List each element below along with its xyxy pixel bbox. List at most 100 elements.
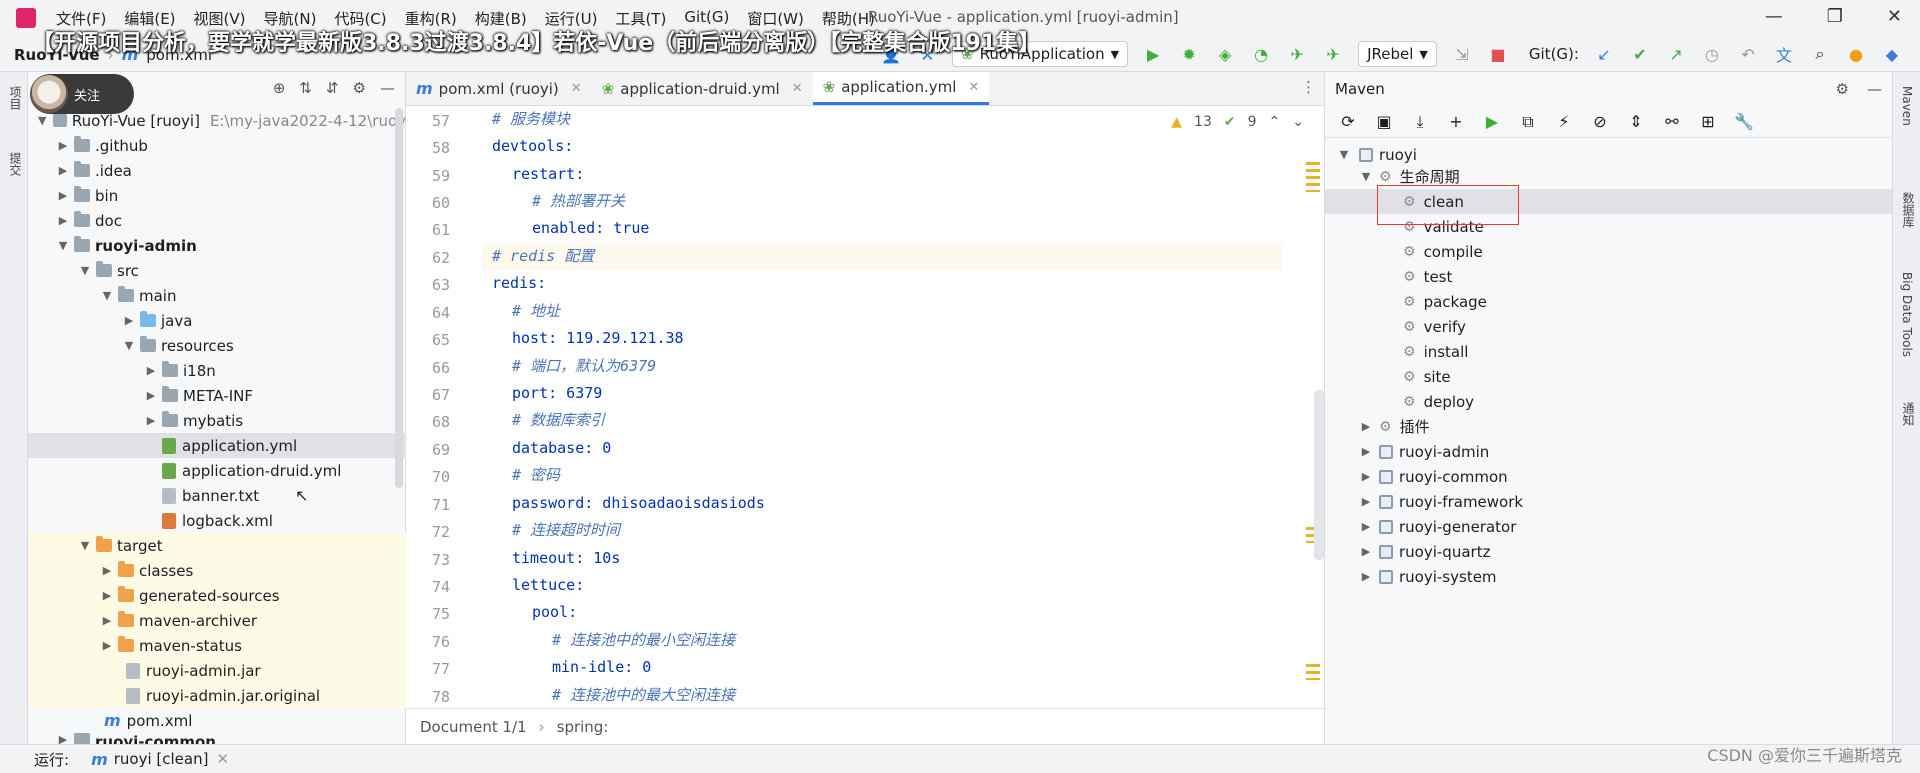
hide-icon[interactable]: — [1867, 80, 1882, 98]
jrebel-debug-icon[interactable]: ✈ [1322, 43, 1344, 65]
avatar[interactable]: 关注 [30, 74, 134, 114]
rollback-icon[interactable]: ↶ [1737, 43, 1759, 65]
project-scrollbar[interactable] [395, 108, 403, 488]
profile-icon[interactable]: ◔ [1250, 43, 1272, 65]
hide-icon[interactable]: — [380, 79, 395, 97]
close-icon[interactable]: ✕ [968, 80, 979, 95]
maven-module-ruoyi-common[interactable]: ▶ ruoyi-common [1325, 464, 1893, 489]
maven-phase-install[interactable]: ⚙ install [1325, 339, 1893, 364]
tree-item-mybatis[interactable]: ▶ mybatis [28, 408, 406, 433]
tree-item-ruoyi-admin-jar-original[interactable]: ruoyi-admin.jar.original [28, 683, 406, 708]
maven-module-ruoyi-admin[interactable]: ▶ ruoyi-admin [1325, 439, 1893, 464]
dependency-analyzer-icon[interactable]: ⚯ [1661, 111, 1683, 133]
tree-item-resources[interactable]: ▼ resources [28, 333, 406, 358]
close-icon[interactable]: ✕ [571, 81, 582, 96]
tree-item-bin[interactable]: ▶ bin [28, 183, 406, 208]
plugin-icon[interactable]: ◆ [1881, 43, 1903, 65]
bigdata-tool-button[interactable]: Big Data Tools [1900, 272, 1914, 357]
tree-item-i18n[interactable]: ▶ i18n [28, 358, 406, 383]
maven-module-ruoyi-quartz[interactable]: ▶ ruoyi-quartz [1325, 539, 1893, 564]
follow-button[interactable]: 关注 [74, 85, 100, 104]
git-commit-icon[interactable]: ✔ [1629, 43, 1651, 65]
maven-phase-verify[interactable]: ⚙ verify [1325, 314, 1893, 339]
tree-item-maven-status[interactable]: ▶ maven-status [28, 633, 406, 658]
yaml-path[interactable]: spring: [557, 718, 609, 736]
maven-phase-clean[interactable]: ⚙ clean [1325, 189, 1893, 214]
maven-tool-button[interactable]: Maven [1900, 86, 1914, 126]
translate-icon[interactable]: 文 [1773, 43, 1795, 65]
maven-phase-compile[interactable]: ⚙ compile [1325, 239, 1893, 264]
tree-item-java[interactable]: ▶ java [28, 308, 406, 333]
add-icon[interactable]: + [1445, 111, 1467, 133]
execute-goal-icon[interactable]: ⧉ [1517, 111, 1539, 133]
tree-item-idea[interactable]: ▶ .idea [28, 158, 406, 183]
wrench-icon[interactable]: 🔧 [1733, 111, 1755, 133]
maven-phase-validate[interactable]: ⚙ validate [1325, 214, 1893, 239]
stop-icon[interactable]: ■ [1487, 43, 1509, 65]
tree-item-application-yml[interactable]: application.yml [28, 433, 406, 458]
tree-item-github[interactable]: ▶ .github [28, 133, 406, 158]
attach-icon[interactable]: ⇲ [1451, 43, 1473, 65]
tab-pom-xml[interactable]: m pom.xml (ruoyi) ✕ [406, 72, 592, 105]
tree-item-target[interactable]: ▼ target [28, 533, 406, 558]
close-icon[interactable]: ✕ [216, 750, 229, 768]
git-update-icon[interactable]: ↙ [1593, 43, 1615, 65]
gear-icon[interactable]: ⚙ [353, 79, 366, 97]
maven-plugins[interactable]: ▶ ⚙ 插件 [1325, 414, 1893, 439]
jrebel-select[interactable]: JRebel ▼ [1358, 41, 1437, 67]
maximize-icon[interactable]: ❐ [1827, 6, 1843, 27]
document-position[interactable]: Document 1/1 [420, 718, 527, 736]
tab-application-yml[interactable]: ❀ application.yml ✕ [812, 72, 990, 105]
download-icon[interactable]: ⤓ [1409, 111, 1431, 133]
commit-tool-button[interactable]: 提交 [7, 152, 24, 176]
tree-item-ruoyi-admin-jar[interactable]: ruoyi-admin.jar [28, 658, 406, 683]
warning-stripe-marker[interactable] [1306, 664, 1320, 680]
maven-module-ruoyi-generator[interactable]: ▶ ruoyi-generator [1325, 514, 1893, 539]
project-tool-button[interactable]: 项目 [7, 86, 24, 110]
history-icon[interactable]: ◷ [1701, 43, 1723, 65]
tree-item-doc[interactable]: ▶ doc [28, 208, 406, 233]
chevron-up-icon[interactable]: ⌃ [1269, 114, 1281, 130]
locate-icon[interactable]: ⊕ [273, 79, 286, 97]
toggle-offline-icon[interactable]: ⚡ [1553, 111, 1575, 133]
run-tab[interactable]: ruoyi [clean] [114, 750, 209, 768]
tree-item-classes[interactable]: ▶ classes [28, 558, 406, 583]
code-editor[interactable]: # 服务模块 devtools: restart: # 热部署开关 enable… [482, 106, 1282, 708]
expand-all-icon[interactable]: ⇅ [299, 79, 312, 97]
close-icon[interactable]: ✕ [792, 81, 803, 96]
maven-lifecycle[interactable]: ▼ ⚙ 生命周期 [1325, 164, 1893, 189]
collapse-icon[interactable]: ⇕ [1625, 111, 1647, 133]
collapse-all-icon[interactable]: ⇵ [326, 79, 339, 97]
more-tabs-icon[interactable]: ⋮ [1301, 78, 1316, 96]
skip-tests-icon[interactable]: ⊘ [1589, 111, 1611, 133]
gear-icon[interactable]: ⚙ [1836, 80, 1849, 98]
update-icon[interactable]: ● [1845, 43, 1867, 65]
tree-item-generated-sources[interactable]: ▶ generated-sources [28, 583, 406, 608]
tree-item-meta-inf[interactable]: ▶ META-INF [28, 383, 406, 408]
minimize-icon[interactable]: — [1765, 6, 1783, 27]
coverage-icon[interactable]: ◈ [1214, 43, 1236, 65]
warning-stripe-marker[interactable] [1306, 162, 1320, 192]
tab-application-druid-yml[interactable]: ❀ application-druid.yml ✕ [592, 72, 813, 105]
jrebel-run-icon[interactable]: ✈ [1286, 43, 1308, 65]
tree-item-logback-xml[interactable]: logback.xml [28, 508, 406, 533]
run-icon[interactable]: ▶ [1142, 43, 1164, 65]
maven-phase-deploy[interactable]: ⚙ deploy [1325, 389, 1893, 414]
maven-phase-test[interactable]: ⚙ test [1325, 264, 1893, 289]
show-dependencies-icon[interactable]: ⊞ [1697, 111, 1719, 133]
tree-item-maven-archiver[interactable]: ▶ maven-archiver [28, 608, 406, 633]
reload-icon[interactable]: ⟳ [1337, 111, 1359, 133]
notifications-tool-button[interactable]: 通知 [1900, 402, 1917, 426]
maven-module-ruoyi-framework[interactable]: ▶ ruoyi-framework [1325, 489, 1893, 514]
run-icon[interactable]: ▶ [1481, 111, 1503, 133]
tree-item-ruoyi-admin[interactable]: ▼ ruoyi-admin [28, 233, 406, 258]
maven-phase-package[interactable]: ⚙ package [1325, 289, 1893, 314]
tree-item-pom-xml[interactable]: m pom.xml [28, 708, 406, 733]
maven-phase-site[interactable]: ⚙ site [1325, 364, 1893, 389]
editor-scrollbar[interactable] [1314, 390, 1324, 560]
inspection-widget[interactable]: ▲ 13 ✔ 9 ⌃ ⌄ [1171, 114, 1304, 130]
tree-item-main[interactable]: ▼ main [28, 283, 406, 308]
close-icon[interactable]: ✕ [1887, 6, 1902, 27]
maven-module-ruoyi-system[interactable]: ▶ ruoyi-system [1325, 564, 1893, 589]
git-push-icon[interactable]: ↗ [1665, 43, 1687, 65]
